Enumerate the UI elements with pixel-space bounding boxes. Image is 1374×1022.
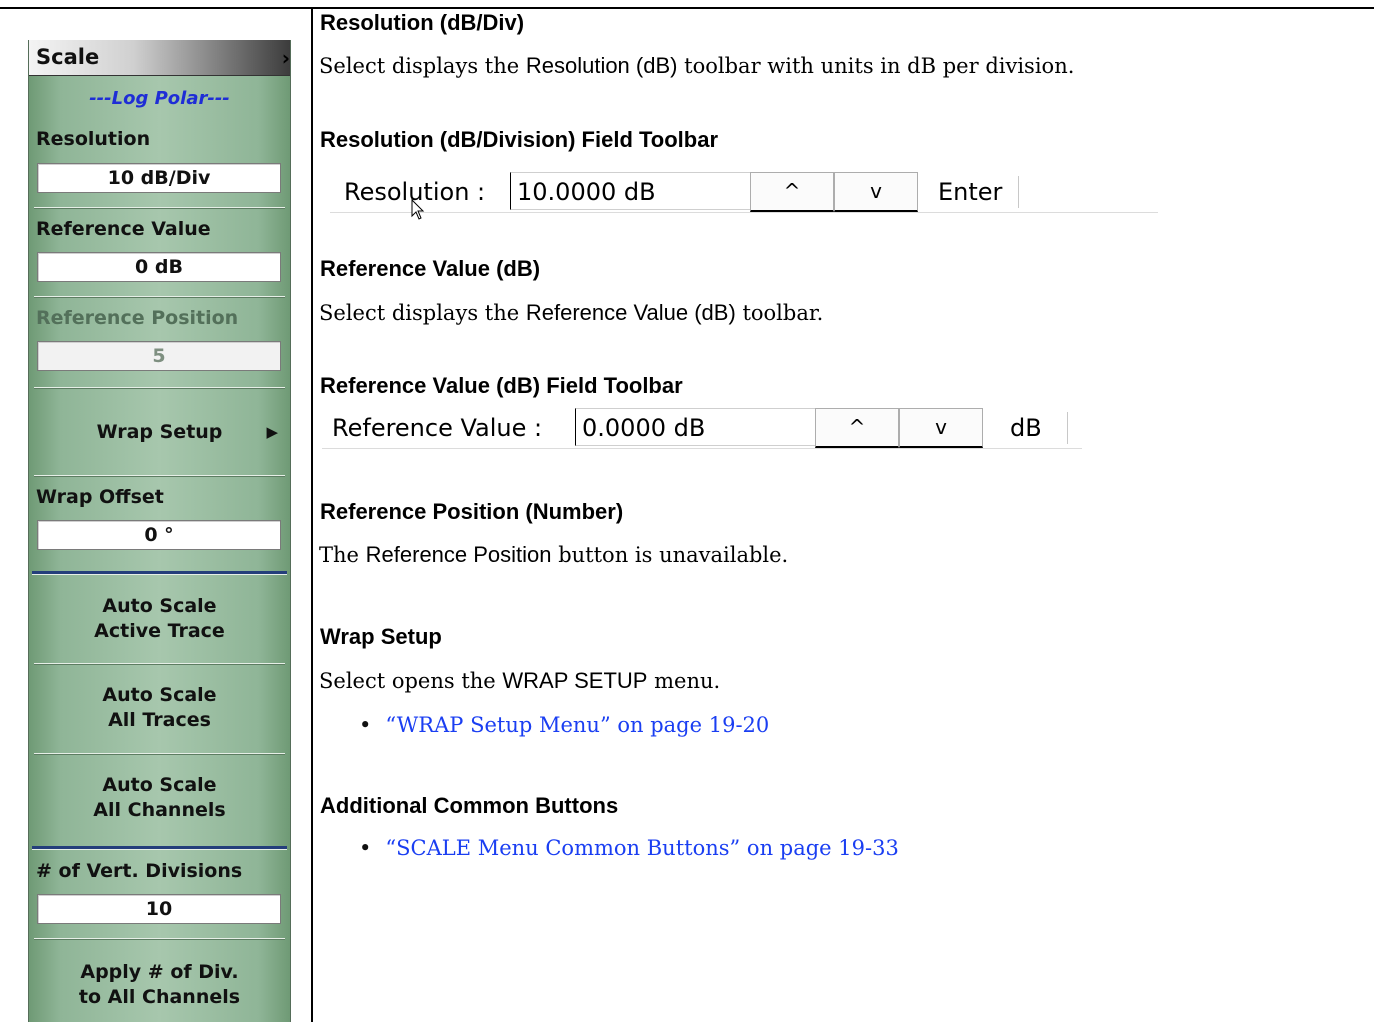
auto-scale-active-trace-button[interactable]: Auto Scale Active Trace [29, 594, 290, 644]
resolution-field[interactable]: 10 dB/Div [37, 163, 281, 193]
bullet-item: • “SCALE Menu Common Buttons” on page 19-… [359, 836, 899, 860]
mouse-cursor-icon [411, 198, 425, 220]
reference-value-input[interactable]: 0.0000 dB [575, 408, 815, 446]
heading-reference-position: Reference Position (Number) [320, 499, 624, 524]
ui-term: Resolution (dB) [525, 53, 678, 78]
wrap-setup-label: Wrap Setup [96, 421, 223, 443]
reference-value-label: Reference Value [36, 218, 211, 240]
link-wrap-setup-menu[interactable]: “WRAP Setup Menu” on page 19-20 [385, 713, 769, 737]
button-line: Apply # of Div. [80, 961, 239, 983]
toolbar-label: Reference Value : [332, 414, 543, 442]
unit-button[interactable]: dB [1010, 414, 1042, 442]
button-line: Auto Scale [102, 595, 217, 617]
bullet-item: • “WRAP Setup Menu” on page 19-20 [359, 713, 769, 737]
vert-divisions-field[interactable]: 10 [37, 894, 281, 924]
heading-wrap-setup: Wrap Setup [320, 624, 442, 649]
paragraph-resolution: Select displays the Resolution (dB) tool… [319, 53, 1074, 79]
text: Select displays the [319, 301, 526, 325]
button-line: Auto Scale [102, 684, 217, 706]
paragraph-reference-value: Select displays the Reference Value (dB)… [319, 300, 823, 326]
text: toolbar with units in dB per division. [677, 54, 1075, 78]
bullet-icon: • [359, 713, 372, 737]
menu-title-bar[interactable]: Scale › [29, 40, 290, 76]
toolbar-separator [1018, 176, 1019, 208]
reference-value-toolbar: Reference Value : 0.0000 dB ^ v dB [322, 408, 1082, 449]
menu-separator [34, 753, 285, 755]
reference-value-field[interactable]: 0 dB [37, 252, 281, 282]
top-rule [0, 7, 1374, 9]
submenu-arrow-icon: ▶ [266, 423, 278, 441]
resolution-toolbar: Resolution : 10.0000 dB ^ v Enter [330, 172, 1158, 220]
resolution-label: Resolution [36, 128, 151, 150]
section-label-log-polar: ---Log Polar--- [89, 88, 230, 109]
ui-term: Reference Position [365, 542, 552, 567]
paragraph-reference-position: The Reference Position button is unavail… [319, 542, 788, 568]
menu-title: Scale [36, 45, 100, 69]
toolbar-separator [1067, 412, 1068, 444]
resolution-input[interactable]: 10.0000 dB [510, 172, 750, 210]
decrement-button[interactable]: v [899, 408, 983, 448]
vert-divisions-label: # of Vert. Divisions [36, 860, 243, 882]
ui-term: WRAP SETUP [502, 668, 648, 693]
ui-term: Reference Value (dB) [525, 300, 736, 325]
caret-up-icon: ^ [848, 415, 866, 439]
text: toolbar. [735, 301, 824, 325]
increment-button[interactable]: ^ [815, 408, 899, 448]
wrap-setup-button[interactable]: Wrap Setup ▶ [29, 420, 290, 445]
menu-separator [34, 207, 285, 209]
chevron-right-icon: › [281, 46, 290, 70]
button-line: All Traces [108, 709, 211, 731]
menu-group-separator [32, 846, 287, 850]
enter-button[interactable]: Enter [938, 178, 1002, 206]
scale-menu-panel: Scale › ---Log Polar--- Resolution 10 dB… [28, 40, 291, 1022]
heading-resolution: Resolution (dB/Div) [320, 10, 525, 35]
text: The [319, 543, 366, 567]
paragraph-wrap-setup: Select opens the WRAP SETUP menu. [319, 668, 720, 694]
button-line: Auto Scale [102, 774, 217, 796]
menu-separator [34, 475, 285, 477]
menu-separator [34, 387, 285, 389]
heading-resolution-toolbar: Resolution (dB/Division) Field Toolbar [320, 127, 719, 152]
button-line: All Channels [93, 799, 226, 821]
increment-button[interactable]: ^ [750, 172, 834, 212]
decrement-button[interactable]: v [834, 172, 918, 212]
button-line: Active Trace [94, 620, 225, 642]
reference-position-field: 5 [37, 341, 281, 371]
text: Select displays the [319, 54, 526, 78]
caret-up-icon: ^ [783, 179, 801, 203]
auto-scale-all-traces-button[interactable]: Auto Scale All Traces [29, 683, 290, 733]
menu-separator [34, 663, 285, 665]
text: menu. [647, 669, 721, 693]
heading-reference-value-toolbar: Reference Value (dB) Field Toolbar [320, 373, 683, 398]
text: button is unavailable. [551, 543, 789, 567]
bullet-icon: • [359, 836, 372, 860]
button-line: to All Channels [78, 986, 241, 1008]
column-divider [311, 7, 313, 1022]
text: Select opens the [319, 669, 503, 693]
auto-scale-all-channels-button[interactable]: Auto Scale All Channels [29, 773, 290, 823]
menu-group-separator [32, 571, 287, 575]
wrap-offset-label: Wrap Offset [36, 486, 164, 508]
caret-down-icon: v [935, 415, 947, 439]
link-scale-menu-common-buttons[interactable]: “SCALE Menu Common Buttons” on page 19-3… [385, 836, 898, 860]
wrap-offset-field[interactable]: 0 ° [37, 520, 281, 550]
caret-down-icon: v [870, 179, 882, 203]
apply-div-all-channels-button[interactable]: Apply # of Div. to All Channels [29, 960, 290, 1010]
menu-separator [34, 296, 285, 298]
heading-additional-common-buttons: Additional Common Buttons [320, 793, 619, 818]
reference-position-label: Reference Position [36, 307, 239, 329]
heading-reference-value: Reference Value (dB) [320, 256, 541, 281]
menu-separator [34, 938, 285, 940]
